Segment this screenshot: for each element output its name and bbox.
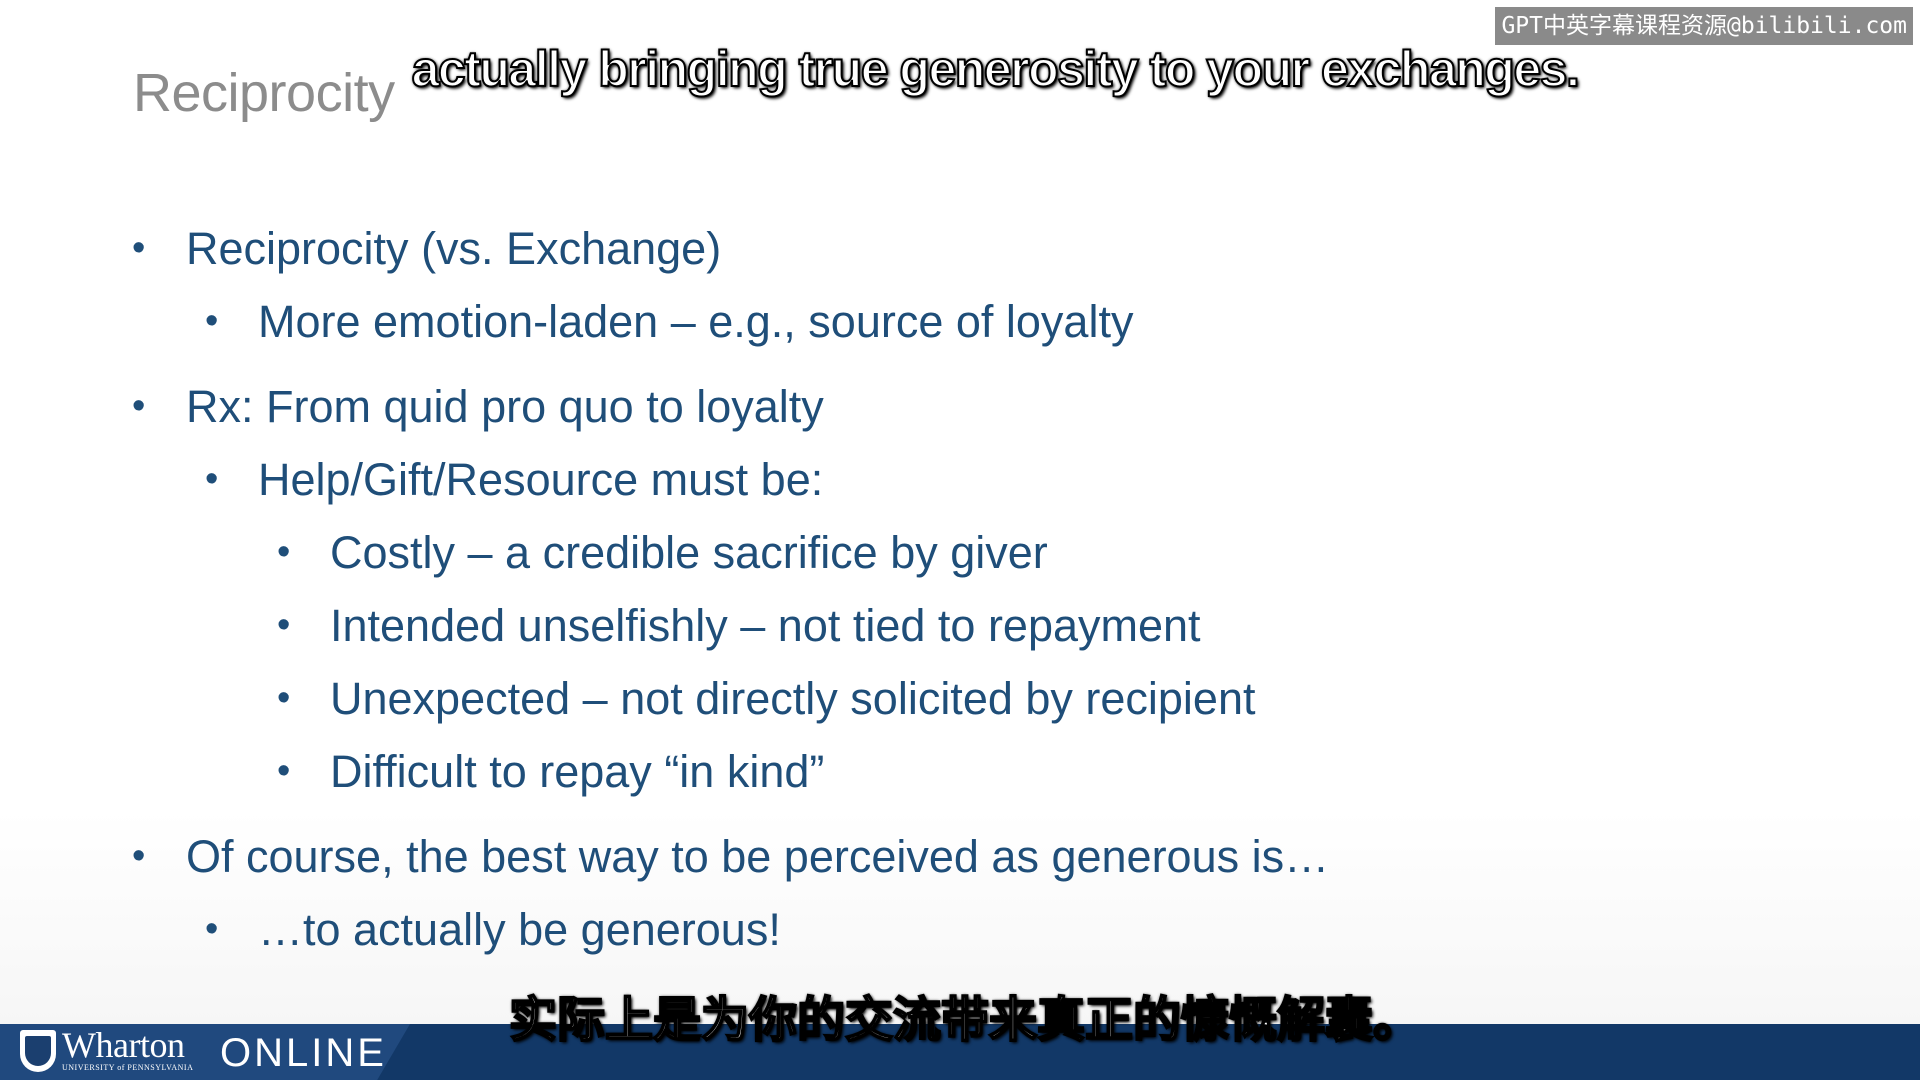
bullet-list: • Reciprocity (vs. Exchange) • More emot… [132, 212, 1772, 966]
slide: GPT中英字幕课程资源@bilibili.com Reciprocity act… [0, 0, 1920, 1080]
bullet-item: • Reciprocity (vs. Exchange) [132, 212, 1772, 285]
bullet-dot: • [205, 300, 219, 342]
bullet-item: • Costly – a credible sacrifice by giver [132, 516, 1772, 589]
bullet-dot: • [277, 604, 291, 646]
bullet-text: Reciprocity (vs. Exchange) [186, 223, 722, 274]
chinese-subtitle: 实际上是为你的交流带来真正的慷慨解囊。 [508, 991, 1422, 1049]
english-subtitle: actually bringing true generosity to you… [411, 40, 1581, 98]
bullet-item: • Difficult to repay “in kind” [132, 735, 1772, 808]
logo-subtext: UNIVERSITY of PENNSYLVANIA [62, 1063, 194, 1072]
bullet-text: Intended unselfishly – not tied to repay… [330, 600, 1201, 651]
bullet-text: Costly – a credible sacrifice by giver [330, 527, 1048, 578]
bullet-text: …to actually be generous! [258, 904, 781, 955]
bullet-item: • …to actually be generous! [132, 893, 1772, 966]
bullet-dot: • [132, 227, 146, 269]
bullet-text: Of course, the best way to be perceived … [186, 831, 1330, 882]
bullet-dot: • [205, 908, 219, 950]
bullet-text: More emotion-laden – e.g., source of loy… [258, 296, 1134, 347]
bullet-dot: • [132, 835, 146, 877]
bullet-dot: • [277, 750, 291, 792]
bullet-dot: • [277, 531, 291, 573]
bullet-item: • Rx: From quid pro quo to loyalty [132, 370, 1772, 443]
bullet-item: • Of course, the best way to be perceive… [132, 820, 1772, 893]
bullet-dot: • [277, 677, 291, 719]
bullet-item: • Help/Gift/Resource must be: [132, 443, 1772, 516]
bullet-text: Help/Gift/Resource must be: [258, 454, 824, 505]
bullet-dot: • [132, 385, 146, 427]
bullet-text: Difficult to repay “in kind” [330, 746, 825, 797]
bullet-text: Unexpected – not directly solicited by r… [330, 673, 1256, 724]
bullet-item: • More emotion-laden – e.g., source of l… [132, 285, 1772, 358]
bullet-item: • Unexpected – not directly solicited by… [132, 662, 1772, 735]
bullet-item: • Intended unselfishly – not tied to rep… [132, 589, 1772, 662]
bullet-text: Rx: From quid pro quo to loyalty [186, 381, 824, 432]
bullet-dot: • [205, 458, 219, 500]
